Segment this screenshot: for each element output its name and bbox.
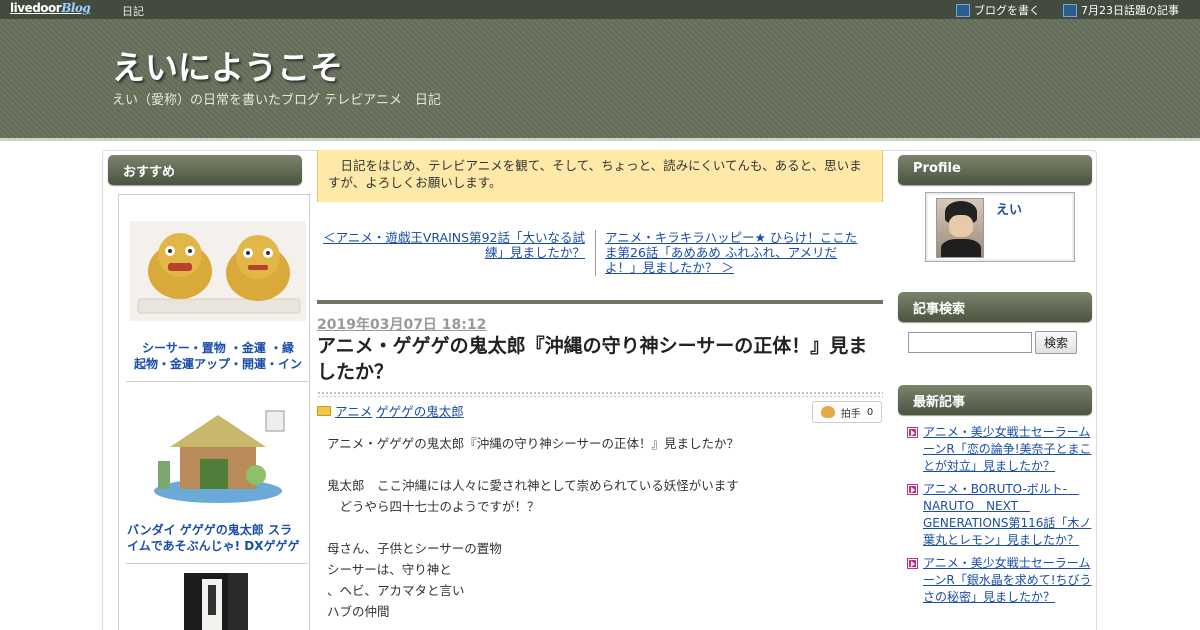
search-input[interactable] (908, 332, 1032, 353)
recommend-caption[interactable]: バンダイ ゲゲゲの鬼太郎 スラ イムであそぶんじゃ! DXゲゲゲ (127, 522, 309, 554)
divider (126, 381, 308, 382)
sake-bottle-image[interactable] (130, 573, 306, 630)
recent-article-link[interactable]: アニメ・美少女戦士セーラームーンR「恋の論争!美奈子とまことが対立」見ましたか？ (923, 425, 1092, 473)
body-line (327, 517, 883, 538)
body-line: 鬼太郎 ここ沖縄には人々に愛され神として崇められている妖怪がいます (327, 478, 739, 493)
body-line: ハブの仲間 (327, 604, 390, 619)
clap-count: 0 (866, 406, 874, 418)
recommend-box: シーサー・置物 ・金運 ・縁 起物・金運アップ・開運・イン バンダイ ゲゲゲの鬼… (118, 194, 310, 630)
body-line (327, 454, 883, 475)
arrow-bullet-icon (908, 428, 917, 437)
dotted-divider (317, 391, 883, 397)
recent-article-item: アニメ・美少女戦士セーラームーンR「恋の論争!美奈子とまことが対立」見ましたか？ (907, 424, 1092, 475)
blog-notice: 日記をはじめ、テレビアニメを観て、そして、ちょっと、読みにくいてんも、あると、思… (317, 150, 883, 202)
category-row: アニメ ゲゲゲの鬼太郎 (317, 401, 464, 420)
article-top-bar (317, 300, 883, 304)
blog-write-icon (956, 3, 970, 17)
search-button[interactable]: 検索 (1035, 331, 1077, 354)
body-line: 、ヘビ、アカマタと言い (327, 583, 465, 598)
recommend-item[interactable]: シーサー・置物 ・金運 ・縁 起物・金運アップ・開運・イン (127, 221, 309, 372)
arrow-bullet-icon (908, 485, 917, 494)
body-line: どうやら四十七士のようですが！？ (327, 499, 540, 514)
livedoor-blog-logo[interactable]: livedoorBlog (10, 1, 91, 18)
next-article-link[interactable]: アニメ・キラキラハッピー★ ひらけ！ここたま第26話「あめあめ ふれふれ、アメリ… (605, 230, 863, 275)
avatar[interactable] (936, 198, 984, 258)
body-line: 母さん、子供とシーサーの置物 (327, 541, 502, 556)
nav-diary-link[interactable]: 日記 (122, 3, 144, 19)
shisa-figurine-image[interactable] (130, 221, 306, 321)
body-line: シーサーは、守り神と (327, 562, 452, 577)
article-body: アニメ・ゲゲゲの鬼太郎『沖縄の守り神シーサーの正体！』見ましたか？ 鬼太郎 ここ… (327, 433, 883, 622)
folder-icon (317, 405, 331, 416)
profile-heading: Profile (898, 155, 1092, 185)
category-link-kitaro[interactable]: ゲゲゲの鬼太郎 (376, 401, 464, 420)
topic-articles-label: 7月23日話題の記事 (1081, 4, 1179, 17)
kitaro-toy-image[interactable] (130, 403, 306, 507)
clap-label: 拍手 (840, 408, 861, 420)
recommend-heading: おすすめ (108, 155, 302, 185)
blog-description: えい（愛称）の日常を書いたブログ テレビアニメ 日記 (112, 93, 441, 108)
article-title[interactable]: アニメ・ゲゲゲの鬼太郎『沖縄の守り神シーサーの正体！』見ましたか？ (317, 333, 883, 385)
search-heading: 記事検索 (898, 292, 1092, 322)
recommend-item[interactable] (127, 573, 309, 630)
prev-article-link[interactable]: ＜アニメ・遊戯王VRAINS第92話「大いなる試練」見ましたか？ (317, 230, 585, 260)
write-blog-label: ブログを書く (974, 4, 1040, 17)
category-link-anime[interactable]: アニメ (335, 401, 372, 420)
topic-articles-link[interactable]: 7月23日話題の記事 (1063, 2, 1179, 18)
recommend-item[interactable]: バンダイ ゲゲゲの鬼太郎 スラ イムであそぶんじゃ! DXゲゲゲ (127, 403, 309, 554)
clap-icon (820, 406, 835, 418)
article-date[interactable]: 2019年03月07日 18:12 (317, 314, 486, 334)
write-blog-link[interactable]: ブログを書く (956, 2, 1040, 18)
profile-name-link[interactable]: えい (996, 199, 1022, 218)
blog-title[interactable]: えいにようこそ (112, 41, 343, 89)
arrow-bullet-icon (908, 559, 917, 568)
calendar-icon (1063, 3, 1077, 17)
recent-article-item: アニメ・美少女戦士セーラームーンR「銀水晶を求めて!ちびうさの秘密」見ましたか？ (907, 555, 1092, 606)
blog-header: えいにようこそ えい（愛称）の日常を書いたブログ テレビアニメ 日記 (0, 19, 1200, 141)
recent-article-link[interactable]: アニメ・BORUTO-ボルト- NARUTO NEXT GENERATIONS第… (923, 482, 1091, 547)
clap-button[interactable]: 拍手 0 (812, 401, 882, 423)
profile-card: えい (925, 192, 1075, 262)
recent-article-item: アニメ・BORUTO-ボルト- NARUTO NEXT GENERATIONS第… (907, 481, 1092, 549)
pager-divider (595, 230, 596, 276)
recent-articles-list: アニメ・美少女戦士セーラームーンR「恋の論争!美奈子とまことが対立」見ましたか？… (907, 424, 1092, 612)
divider (126, 563, 308, 564)
recent-heading: 最新記事 (898, 385, 1092, 415)
recommend-caption[interactable]: シーサー・置物 ・金運 ・縁 起物・金運アップ・開運・イン (127, 340, 309, 372)
recent-article-link[interactable]: アニメ・美少女戦士セーラームーンR「銀水晶を求めて!ちびうさの秘密」見ましたか？ (923, 556, 1092, 604)
top-bar: livedoorBlog 日記 ブログを書く 7月23日話題の記事 (0, 0, 1200, 19)
body-line: アニメ・ゲゲゲの鬼太郎『沖縄の守り神シーサーの正体！』見ましたか？ (327, 436, 740, 451)
